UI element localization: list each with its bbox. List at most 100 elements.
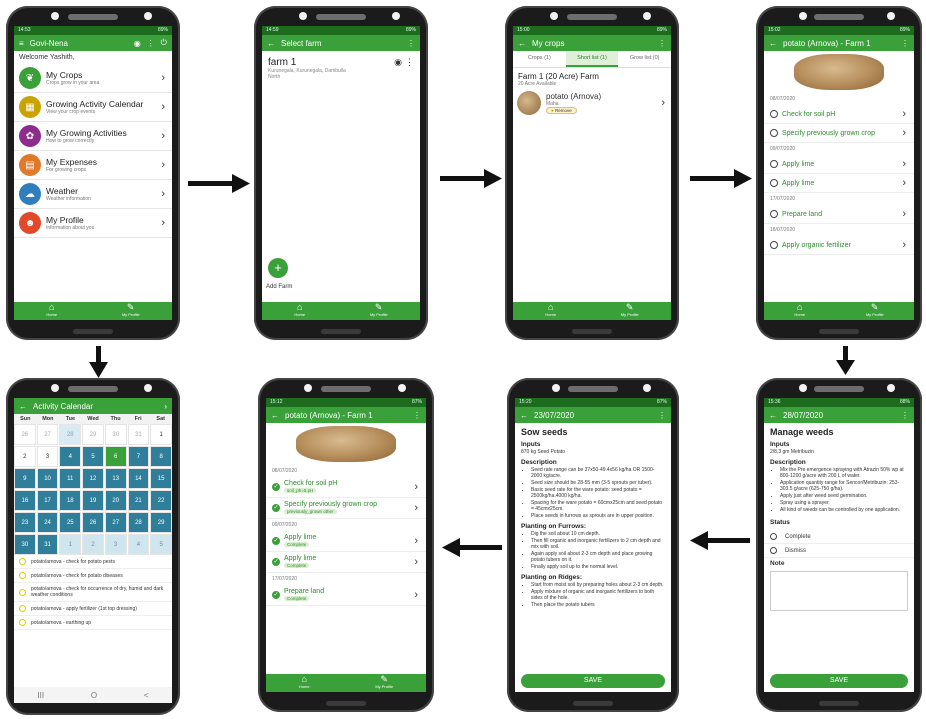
calendar-day[interactable]: 31	[36, 534, 59, 555]
calendar-event[interactable]: potato/arnova - apply fertilizer (1st to…	[14, 602, 172, 616]
nav-home[interactable]: ⌂ Home	[46, 303, 57, 319]
eye-icon[interactable]: ◉	[391, 57, 405, 80]
nav-profile[interactable]: ✎ My Profile	[370, 303, 388, 319]
calendar-day[interactable]: 19	[82, 490, 104, 511]
calendar-day[interactable]: 26	[14, 424, 36, 445]
menu-item-1[interactable]: ▦ Growing Activity Calendar View your crop…	[14, 93, 172, 122]
farm-card[interactable]: farm 1 Kurunegala, Kurunegala, Dambulla …	[262, 51, 420, 86]
calendar-day[interactable]: 28	[59, 424, 82, 445]
calendar-day[interactable]: 30	[14, 534, 36, 555]
more-icon[interactable]: ⋮	[901, 411, 909, 420]
menu-item-4[interactable]: ☁ Weather Weather information ›	[14, 180, 172, 209]
crop-card[interactable]: potato (Arnova) Maha ● Remove ›	[513, 87, 671, 119]
nav-home[interactable]: ⌂ Home	[294, 303, 305, 319]
activity-item[interactable]: ✓ Apply lime Complete ›	[266, 531, 426, 552]
back-arrow-icon[interactable]: ←	[769, 411, 777, 420]
back-arrow-icon[interactable]: ←	[19, 402, 27, 411]
more-icon[interactable]: ⋮	[413, 411, 421, 420]
activity-item[interactable]: ✓ Prepare land Complete ›	[266, 585, 426, 606]
calendar-day[interactable]: 17	[36, 490, 59, 511]
activity-item[interactable]: Prepare land ›	[764, 205, 914, 224]
calendar-day[interactable]: 5	[82, 446, 104, 467]
save-button[interactable]: SAVE	[521, 674, 665, 688]
more-icon[interactable]: ⋮	[407, 39, 415, 48]
calendar-event[interactable]: potato/arnova - check for potato pests	[14, 555, 172, 569]
more-icon[interactable]: ⋮	[658, 411, 666, 420]
menu-item-2[interactable]: ✿ My Growing Activities How to grow correc…	[14, 122, 172, 151]
chevron-right-icon[interactable]: ›	[164, 402, 167, 411]
back-arrow-icon[interactable]: ←	[520, 411, 528, 420]
calendar-day[interactable]: 27	[104, 512, 127, 533]
nav-profile[interactable]: ✎ My Profile	[375, 675, 393, 691]
back-button[interactable]: <	[144, 691, 149, 700]
status-complete-option[interactable]: Complete	[764, 530, 914, 544]
calendar-day[interactable]: 14	[127, 468, 150, 489]
user-icon[interactable]: ◉	[134, 39, 141, 48]
back-arrow-icon[interactable]: ←	[518, 39, 526, 48]
calendar-event[interactable]: potato/arnova - check for potato disease…	[14, 569, 172, 583]
note-input[interactable]	[770, 571, 908, 611]
add-farm-button[interactable]: +	[268, 258, 288, 278]
activity-item[interactable]: ✓ Check for soil pH soil_ph=5.pH ›	[266, 477, 426, 498]
calendar-day[interactable]: 27	[36, 424, 59, 445]
save-button[interactable]: SAVE	[770, 674, 908, 688]
nav-home[interactable]: ⌂ Home	[545, 303, 556, 319]
calendar-event[interactable]: potato/arnova - check for occurrence of …	[14, 583, 172, 602]
activity-item[interactable]: Apply lime ›	[764, 155, 914, 174]
calendar-day[interactable]: 20	[104, 490, 127, 511]
calendar-event[interactable]: potato/arnova - earthing up	[14, 616, 172, 630]
back-arrow-icon[interactable]: ←	[267, 39, 275, 48]
activity-item[interactable]: Apply lime ›	[764, 174, 914, 193]
calendar-day[interactable]: 30	[104, 424, 127, 445]
calendar-day[interactable]: 2	[82, 534, 104, 555]
menu-item-3[interactable]: ▤ My Expenses For growing crops ›	[14, 151, 172, 180]
calendar-day[interactable]: 13	[104, 468, 127, 489]
menu-item-5[interactable]: ☻ My Profile Information about you ›	[14, 209, 172, 238]
nav-profile[interactable]: ✎ My Profile	[866, 303, 884, 319]
tab-grow-list[interactable]: Grow list (0)	[618, 51, 671, 67]
calendar-day[interactable]: 11	[59, 468, 82, 489]
calendar-day[interactable]: 15	[150, 468, 172, 489]
home-button[interactable]: O	[91, 691, 97, 700]
calendar-day[interactable]: 29	[150, 512, 172, 533]
status-dismiss-option[interactable]: Dismiss	[764, 544, 914, 558]
more-icon[interactable]: ⋮	[901, 39, 909, 48]
calendar-day[interactable]: 6	[104, 446, 127, 467]
calendar-day[interactable]: 4	[59, 446, 82, 467]
power-icon[interactable]: ⏻	[161, 38, 167, 48]
activity-item[interactable]: Specify previously grown crop ›	[764, 124, 914, 143]
activity-item[interactable]: ✓ Specify previously grown crop previously…	[266, 498, 426, 519]
calendar-day[interactable]: 2	[14, 446, 36, 467]
activity-item[interactable]: ✓ Apply lime Complete ›	[266, 552, 426, 573]
nav-home[interactable]: ⌂ Home	[299, 675, 310, 691]
calendar-day[interactable]: 1	[59, 534, 82, 555]
tab-short-list[interactable]: Short list (1)	[565, 51, 619, 67]
calendar-day[interactable]: 21	[127, 490, 150, 511]
activity-item[interactable]: Check for soil pH ›	[764, 105, 914, 124]
calendar-day[interactable]: 8	[150, 446, 172, 467]
back-arrow-icon[interactable]: ←	[271, 411, 279, 420]
more-icon[interactable]: ⋮	[147, 39, 155, 48]
nav-profile[interactable]: ✎ My Profile	[621, 303, 639, 319]
calendar-day[interactable]: 26	[82, 512, 104, 533]
calendar-day[interactable]: 7	[127, 446, 150, 467]
calendar-day[interactable]: 31	[127, 424, 150, 445]
remove-badge[interactable]: ● Remove	[546, 107, 577, 114]
nav-home[interactable]: ⌂ Home	[794, 303, 805, 319]
menu-item-0[interactable]: ❦ My Crops Crops grow in your area ›	[14, 64, 172, 93]
calendar-day[interactable]: 25	[59, 512, 82, 533]
calendar-day[interactable]: 4	[127, 534, 150, 555]
calendar-day[interactable]: 10	[36, 468, 59, 489]
more-icon[interactable]: ⋮	[658, 39, 666, 48]
calendar-day[interactable]: 28	[127, 512, 150, 533]
calendar-day[interactable]: 12	[82, 468, 104, 489]
calendar-day[interactable]: 3	[104, 534, 127, 555]
back-arrow-icon[interactable]: ←	[769, 39, 777, 48]
calendar-day[interactable]: 16	[14, 490, 36, 511]
calendar-day[interactable]: 18	[59, 490, 82, 511]
calendar-day[interactable]: 3	[36, 446, 59, 467]
calendar-day[interactable]: 1	[150, 424, 172, 445]
calendar-day[interactable]: 22	[150, 490, 172, 511]
tab-crops[interactable]: Crops (1)	[513, 51, 566, 67]
menu-icon[interactable]: ≡	[19, 39, 24, 48]
